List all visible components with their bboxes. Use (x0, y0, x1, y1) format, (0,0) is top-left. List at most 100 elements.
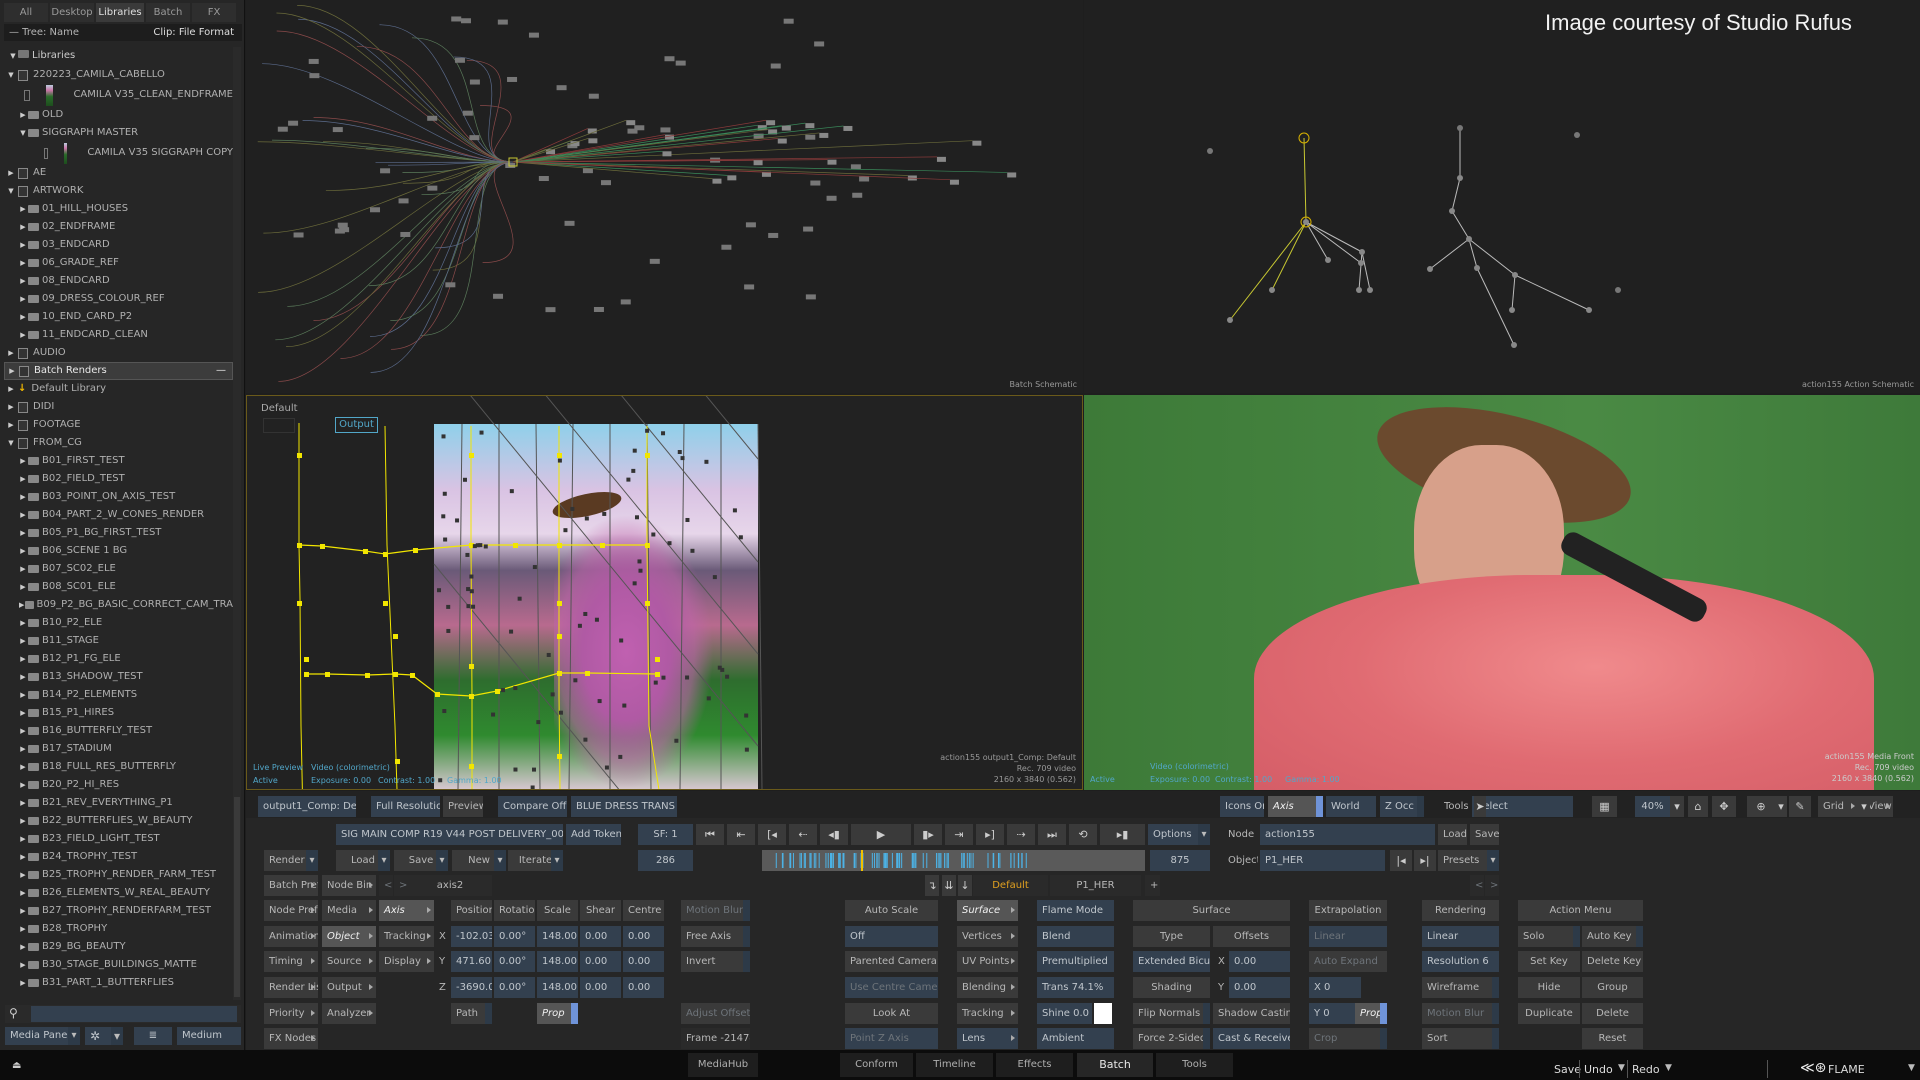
current-frame-field[interactable]: 286 (638, 850, 693, 871)
action-node[interactable] (1449, 208, 1455, 214)
axis-scale-y-field[interactable]: 148.00 (537, 951, 578, 972)
action-node[interactable] (1356, 287, 1362, 293)
flip-normals-button[interactable]: Flip Normals (1133, 1003, 1210, 1024)
node-connection[interactable] (278, 161, 514, 382)
expand-icon[interactable]: ▶ (18, 812, 28, 830)
panel-mode-dropdown[interactable]: Media Panel (5, 1027, 80, 1045)
point-z-axis-button[interactable]: Point Z Axis (845, 1028, 938, 1049)
batch-node[interactable] (634, 125, 645, 131)
axis-centre-z-field[interactable]: 0.00 (623, 977, 664, 998)
redo-button[interactable]: Redo (1632, 1063, 1660, 1076)
batch-node[interactable] (462, 110, 473, 116)
wireframe-button[interactable]: Wireframe (1422, 977, 1499, 998)
tab-tools[interactable]: Tools (1156, 1053, 1233, 1077)
expand-icon[interactable]: ▶ (18, 686, 28, 704)
batch-node[interactable] (859, 176, 870, 182)
expand-icon[interactable]: ▶ (18, 956, 28, 974)
batch-node[interactable] (528, 32, 539, 38)
axis-position-x-field[interactable]: -102.03 (451, 926, 492, 947)
compare-button[interactable]: Compare Off (498, 796, 567, 817)
expand-icon[interactable]: ▶ (18, 272, 28, 290)
batch-node[interactable] (620, 299, 631, 305)
batch-node[interactable] (843, 125, 853, 131)
batch-node[interactable] (803, 226, 814, 232)
tree-item[interactable]: ▶ AE (4, 164, 233, 182)
tree-item[interactable]: ▶ B31_PART_1_BUTTERFLIES (4, 974, 233, 992)
free-axis-button[interactable]: Free Axis (681, 926, 750, 947)
tree-item[interactable]: ▶ B16_BUTTERFLY_TEST (4, 722, 233, 740)
batch-node[interactable] (451, 16, 462, 22)
batch-node[interactable] (766, 120, 776, 126)
invert-button[interactable]: Invert (681, 951, 750, 972)
batch-node[interactable] (293, 232, 304, 238)
axis-shear-y-field[interactable]: 0.00 (580, 951, 621, 972)
tracking-button[interactable]: Tracking (957, 1003, 1018, 1024)
tree-item[interactable]: ▶ B01_FIRST_TEST (4, 452, 233, 470)
batch-node[interactable] (675, 60, 686, 66)
tree-item[interactable]: ▶ 10_END_CARD_P2 (4, 308, 233, 326)
fx-nodes-button[interactable]: FX Nodes (264, 1028, 318, 1049)
delete-key-button[interactable]: Delete Key (1582, 951, 1643, 972)
tree-item[interactable]: ▶ 11_ENDCARD_CLEAN (4, 326, 233, 344)
action-node[interactable] (1511, 342, 1517, 348)
batch-node[interactable] (850, 164, 861, 170)
expand-icon[interactable]: ▶ (18, 326, 28, 344)
expand-icon[interactable]: ▶ (18, 290, 28, 308)
batch-node[interactable] (370, 207, 381, 213)
node-connection[interactable] (1303, 137, 1307, 223)
shadow-casting-button[interactable]: Shadow Casting (1213, 1003, 1290, 1024)
batch-node[interactable] (770, 63, 781, 69)
batch-node[interactable] (810, 180, 821, 186)
extrapolation-dropdown[interactable]: Linear (1309, 926, 1387, 947)
batch-node[interactable] (505, 162, 516, 168)
adjust-offset-button[interactable]: Adjust Offset (681, 1003, 750, 1024)
save-button[interactable]: Save (394, 850, 448, 871)
batch-node[interactable] (805, 134, 816, 140)
display-button[interactable]: Display (379, 951, 434, 972)
loop-icon[interactable]: ⟲ (1069, 824, 1097, 845)
output-button[interactable]: Output (322, 977, 376, 998)
batch-node[interactable] (972, 140, 982, 146)
tab-effects[interactable]: Effects (996, 1053, 1073, 1077)
batch-node[interactable] (593, 306, 604, 312)
batch-node[interactable] (626, 120, 636, 126)
setup-name-field[interactable]: SIG MAIN COMP R19 V44 POST DELIVERY_001 (336, 824, 563, 845)
expand-icon[interactable]: ▶ (18, 866, 28, 884)
result-viewer[interactable]: Default Output Live Preview Video (color… (246, 395, 1083, 790)
lens-button[interactable]: Lens (957, 1028, 1018, 1049)
node-connection[interactable] (390, 161, 514, 350)
action-node[interactable] (1457, 125, 1463, 131)
expand-icon[interactable]: ▶ (18, 974, 28, 992)
node-connection[interactable] (370, 161, 514, 337)
new-button[interactable]: New (452, 850, 506, 871)
tree-item[interactable]: ▶ B02_FIELD_TEST (4, 470, 233, 488)
batch-node[interactable] (582, 168, 593, 174)
list-view-icon[interactable]: ≣ (134, 1027, 172, 1045)
expand-icon[interactable]: ▶ (18, 722, 28, 740)
expand-icon[interactable]: ▶ (18, 884, 28, 902)
batch-node[interactable] (556, 85, 567, 91)
batch-node[interactable] (721, 244, 732, 250)
solo-button[interactable]: Solo (1518, 926, 1580, 947)
action-node[interactable] (1457, 175, 1463, 181)
axis-position-y-field[interactable]: 471.60 (451, 951, 492, 972)
node-connection[interactable] (1305, 221, 1362, 264)
action-node[interactable] (1586, 307, 1592, 313)
tab-conform[interactable]: Conform (840, 1053, 913, 1077)
batch-node[interactable] (332, 127, 343, 133)
parented-camera-button[interactable]: Parented Camera (845, 951, 938, 972)
batch-node[interactable] (805, 294, 816, 300)
tree-item[interactable]: ▶ B24_TROPHY_TEST (4, 848, 233, 866)
tree-item[interactable]: ▶ B03_POINT_ON_AXIS_TEST (4, 488, 233, 506)
axis-mode-button[interactable]: Axis (1268, 796, 1323, 817)
eyedropper-icon[interactable]: ✎ (1789, 796, 1811, 817)
path-button[interactable]: Path (451, 1003, 492, 1024)
batch-node[interactable] (852, 192, 863, 198)
batch-node[interactable] (664, 56, 675, 62)
action-save-button[interactable]: Save (1470, 824, 1499, 845)
tree-item[interactable]: ▶ B27_TROPHY_RENDERFARM_TEST (4, 902, 233, 920)
tab-timeline[interactable]: Timeline (916, 1053, 993, 1077)
end-frame-field[interactable]: 875 (1150, 850, 1210, 871)
batch-node[interactable] (649, 258, 660, 264)
batch-node[interactable] (460, 18, 471, 24)
